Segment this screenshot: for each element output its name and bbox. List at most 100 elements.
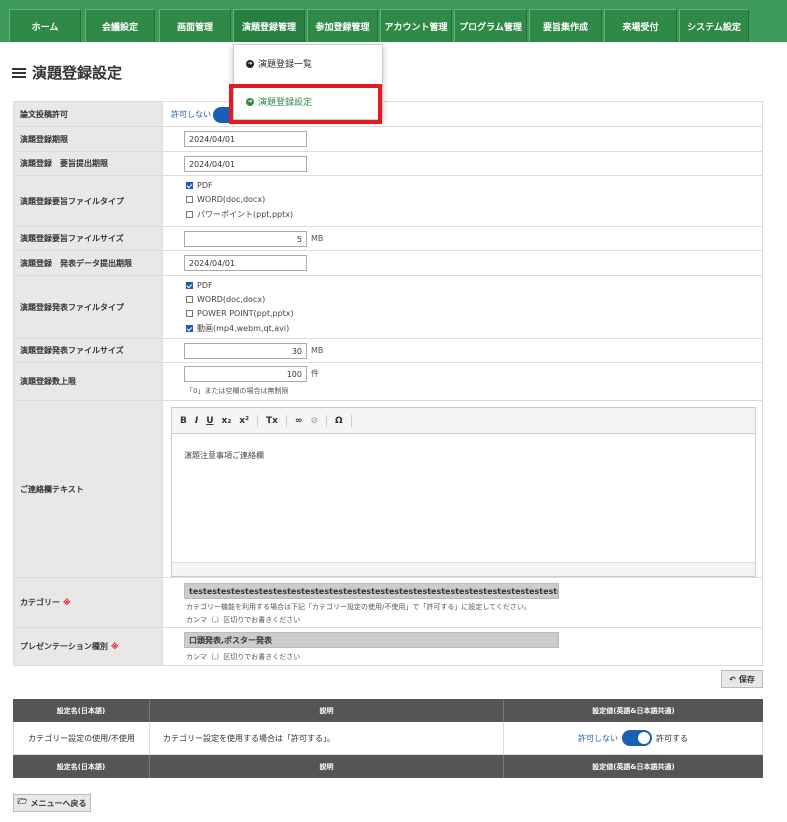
form-row-contact-text: ご連絡欄テキスト B I U x₂ x² Tx ∞ ⊘ Ω 演題注意事項ご連絡欄 [13, 401, 763, 578]
form-label: 演題登録発表ファイルタイプ [14, 276, 163, 338]
checkbox-unchecked[interactable] [186, 310, 193, 317]
form-row-reg-period: 演題登録期限 2024/04/01 [13, 127, 763, 152]
special-char-button[interactable]: Ω [335, 416, 343, 426]
form-label: カテゴリー ※ [14, 578, 163, 627]
nav-program-management[interactable]: プログラム管理 [454, 9, 527, 42]
checkbox-ppt[interactable]: POWER POINT(ppt,pptx) [186, 309, 294, 318]
checkbox-unchecked[interactable] [186, 296, 193, 303]
required-mark: ※ [63, 598, 71, 607]
checkbox-label: POWER POINT(ppt,pptx) [197, 309, 294, 318]
column-footer: 設定名(日本語) [13, 755, 150, 778]
unlink-icon[interactable]: ⊘ [311, 416, 319, 426]
editor-content[interactable]: 演題注意事項ご連絡欄 [184, 450, 264, 461]
column-footer: 説明 [150, 755, 504, 778]
nav-reception[interactable]: 来場受付 [604, 9, 677, 42]
dropdown-item-abstract-list[interactable]: ➔ 演題登録一覧 [246, 57, 312, 70]
reply-icon: ↶ [729, 674, 736, 684]
toolbar-divider [326, 414, 328, 427]
underline-button[interactable]: U [206, 416, 213, 426]
form-label: 演題登録 要旨提出期限 [14, 152, 163, 175]
table-cell: カテゴリー設定の使用/不使用 [13, 722, 150, 755]
category-input[interactable]: testestestestestestestestestestestestest… [184, 583, 559, 599]
nav-home[interactable]: ホーム [9, 9, 81, 42]
form-row-abstract-filetype: 演題登録要旨ファイルタイプ PDF WORD(doc,docx) パワーポイント… [13, 176, 763, 227]
checkbox-unchecked[interactable] [186, 196, 193, 203]
form-row-presentation-deadline: 演題登録 発表データ提出期限 2024/04/01 [13, 251, 763, 276]
editor-resize-handle[interactable] [172, 562, 755, 576]
superscript-button[interactable]: x² [239, 416, 249, 426]
category-toggle[interactable] [622, 730, 652, 746]
form-row-abstract-deadline: 演題登録 要旨提出期限 2024/04/01 [13, 152, 763, 176]
presentation-filesize-input[interactable]: 30 [184, 343, 307, 359]
checkbox-checked[interactable] [186, 282, 193, 289]
checkbox-label: WORD(doc,docx) [197, 195, 266, 204]
form-row-paper-permission: 論文投稿許可 許可しない [13, 101, 763, 127]
checkbox-pdf[interactable]: PDF [186, 281, 213, 290]
checkbox-checked[interactable] [186, 325, 193, 332]
form-label: 演題登録 発表データ提出期限 [14, 251, 163, 275]
unit-label: 件 [311, 369, 319, 378]
checkbox-video[interactable]: 動画(mp4,webm,qt,avi) [186, 323, 289, 334]
help-note: カンマ（,）区切りでお書きください [186, 616, 301, 624]
nav-screen-management[interactable]: 画面管理 [159, 9, 231, 42]
highlight-box [229, 84, 382, 124]
abstract-deadline-input[interactable]: 2024/04/01 [184, 156, 307, 172]
checkbox-label: WORD(doc,docx) [197, 295, 266, 304]
help-note: カテゴリー機能を利用する場合は下記「カテゴリー設定の使用/不使用」で「許可する」… [186, 603, 531, 611]
editor-toolbar: B I U x₂ x² Tx ∞ ⊘ Ω [172, 408, 755, 434]
nav-abstract-book[interactable]: 要旨集作成 [529, 9, 602, 42]
dropdown-item-label: 演題登録一覧 [258, 60, 313, 70]
form-row-category: カテゴリー ※ testestestestestestestestestestes… [13, 578, 763, 628]
checkbox-unchecked[interactable] [186, 211, 193, 218]
nav-conference-settings[interactable]: 会議設定 [85, 9, 155, 42]
remove-format-button[interactable]: Tx [266, 416, 278, 426]
checkbox-label: パワーポイント(ppt,pptx) [197, 210, 294, 219]
label-text: プレゼンテーション種別 [20, 642, 108, 651]
form-row-presentation-type: プレゼンテーション種別 ※ 口頭発表,ポスター発表 カンマ（,）区切りでお書きくだ… [13, 628, 763, 666]
column-header: 説明 [150, 699, 504, 722]
unit-label: MB [311, 346, 324, 355]
checkbox-word[interactable]: WORD(doc,docx) [186, 195, 265, 204]
toggle-off-label: 許可しない [171, 110, 211, 119]
checkbox-checked[interactable] [186, 182, 193, 189]
form-label: 論文投稿許可 [14, 102, 163, 126]
checkbox-ppt[interactable]: パワーポイント(ppt,pptx) [186, 209, 293, 220]
form-row-abstract-filesize: 演題登録要旨ファイルサイズ 5 MB [13, 227, 763, 251]
italic-button[interactable]: I [195, 416, 198, 426]
column-footer: 設定値(英語&日本語共通) [504, 755, 763, 778]
save-button[interactable]: ↶ 保存 [721, 670, 763, 688]
checkbox-word[interactable]: WORD(doc,docx) [186, 295, 265, 304]
column-header: 設定名(日本語) [13, 699, 150, 722]
save-label: 保存 [738, 674, 755, 684]
top-nav: ホーム 会議設定 画面管理 演題登録管理 参加登録管理 アカウント管理 プログラ… [0, 0, 787, 42]
reg-period-input[interactable]: 2024/04/01 [184, 131, 307, 147]
rich-text-editor: B I U x₂ x² Tx ∞ ⊘ Ω 演題注意事項ご連絡欄 [171, 407, 756, 577]
toggle-switch[interactable] [622, 730, 652, 746]
link-icon[interactable]: ∞ [295, 416, 303, 426]
unit-label: MB [311, 234, 324, 243]
max-count-input[interactable]: 100 [184, 366, 307, 382]
abstract-filesize-input[interactable]: 5 [184, 231, 307, 247]
toggle-off-label: 許可しない [578, 733, 618, 743]
help-note: カンマ（,）区切りでお書きください [186, 653, 301, 661]
nav-abstract-management[interactable]: 演題登録管理 [233, 9, 305, 42]
back-label: メニューへ戻る [30, 798, 87, 808]
bold-button[interactable]: B [180, 416, 187, 426]
checkbox-pdf[interactable]: PDF [186, 181, 213, 190]
form-label: 演題登録要旨ファイルタイプ [14, 176, 163, 226]
form-label: 演題登録要旨ファイルサイズ [14, 227, 163, 250]
table-cell: 許可しない 許可する [504, 722, 763, 755]
presentation-deadline-input[interactable]: 2024/04/01 [184, 255, 307, 271]
form-label: 演題登録数上限 [14, 363, 163, 400]
form-label: 演題登録期限 [14, 127, 163, 151]
required-mark: ※ [110, 642, 119, 651]
subscript-button[interactable]: x₂ [222, 416, 232, 426]
presentation-type-input[interactable]: 口頭発表,ポスター発表 [184, 632, 559, 648]
settings-table: 設定名(日本語) 説明 設定値(英語&日本語共通) カテゴリー設定の使用/不使用… [13, 699, 763, 780]
back-to-menu-button[interactable]: 🗁 メニューへ戻る [13, 794, 91, 812]
nav-system-settings[interactable]: システム設定 [679, 9, 749, 42]
nav-registration-management[interactable]: 参加登録管理 [307, 9, 378, 42]
nav-account-management[interactable]: アカウント管理 [380, 9, 452, 42]
column-header: 設定値(英語&日本語共通) [504, 699, 763, 722]
toggle-on-label: 許可する [656, 733, 688, 743]
